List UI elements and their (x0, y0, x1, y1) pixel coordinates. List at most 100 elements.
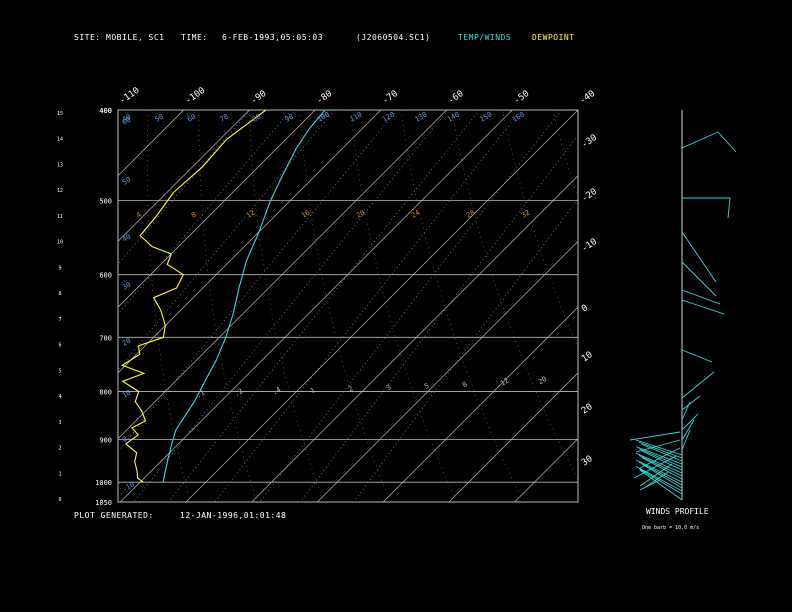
mixing-ratio-lines (118, 110, 578, 502)
temp-tick-label-right: -20 (580, 187, 599, 205)
isotherm-lines (0, 110, 792, 502)
chart-labels: 4002003004005006007008009001000105015141… (57, 86, 709, 531)
wind-barb (681, 419, 695, 441)
isotherm-line (317, 240, 578, 502)
mixing-ratio-label: 5 (423, 382, 431, 391)
mixing-ratio-label: .2 (233, 387, 244, 398)
height-tick-label: 5 (58, 368, 61, 374)
theta-label-mid: 12 (245, 209, 256, 220)
pressure-tick-label: 900 (99, 436, 112, 444)
pressure-tick-label: 500 (99, 198, 112, 206)
height-tick-label: 4 (58, 394, 61, 400)
height-tick-label: 1 (58, 471, 61, 477)
theta-label-top: 50 (154, 113, 165, 124)
height-tick-label: 0 (58, 497, 61, 503)
isotherm-line (0, 110, 52, 502)
wind-barb (681, 371, 715, 399)
dry-adiabat-line (350, 110, 456, 499)
temp-tick-label-top: -60 (447, 89, 466, 107)
theta-label-top: 120 (381, 110, 396, 123)
theta-label-left: 30 (121, 281, 132, 292)
pressure-tick-label: 1050 (95, 499, 112, 507)
file-value: (J2060504.SC1) (356, 33, 431, 42)
temp-tick-label-top: -40 (578, 89, 597, 107)
dew-legend: DEWPOINT (532, 33, 575, 42)
height-tick-label: 13 (57, 162, 63, 168)
temp-tick-label-right: 0 (580, 303, 590, 314)
mixing-ratio-label: 2 (347, 385, 355, 394)
mixing-ratio-label: 12 (499, 377, 510, 388)
mixing-ratio-label: 20 (537, 375, 548, 386)
temp-tick-label-right: 20 (580, 402, 595, 416)
theta-label-top: 160 (511, 110, 526, 123)
dry-adiabat-line (705, 110, 792, 498)
isotherm-line (120, 110, 513, 502)
theta-label-top: 60 (186, 113, 197, 124)
temp-tick-label-right: -10 (580, 237, 599, 255)
mixing-ratio-line (300, 134, 578, 502)
dry-adiabat-line (299, 110, 389, 499)
mixing-ratio-line (133, 110, 449, 502)
temp-tick-label-right: 30 (580, 454, 595, 468)
site-value: MOBILE, SC1 (106, 33, 165, 42)
wind-barb (681, 231, 717, 283)
theta-label-top: 140 (446, 110, 461, 123)
mixing-ratio-label: 1 (309, 386, 317, 395)
isotherm-line (118, 110, 447, 440)
time-label: TIME: (181, 33, 208, 42)
wind-barb (639, 469, 683, 501)
theta-label-mid: 16 (300, 209, 311, 220)
theta-label-mid: 20 (355, 209, 366, 220)
mixing-ratio-label: .4 (271, 386, 282, 397)
mixing-ratio-label: 8 (461, 380, 469, 389)
height-tick-label: 11 (57, 214, 63, 220)
temp-tick-label-right: -30 (580, 133, 599, 151)
wind-barb (681, 261, 717, 297)
theta-label-left: 50 (121, 176, 132, 187)
height-tick-label: 12 (57, 188, 63, 194)
temp-tick-label-top: -70 (381, 89, 400, 107)
wind-barb (681, 299, 725, 315)
theta-label-top: 100 (316, 110, 331, 123)
height-tick-label: 15 (57, 111, 63, 117)
dry-adiabat-line (654, 110, 792, 498)
wind-barb (717, 131, 737, 153)
wind-barb (681, 401, 691, 421)
temp-tick-label-top: -110 (118, 86, 142, 107)
theta-label-top: 70 (219, 113, 230, 124)
isotherm-line (514, 438, 578, 502)
temp-tick-label-top: -90 (249, 89, 268, 107)
mixing-ratio-line (214, 110, 522, 502)
dry-adiabat-line (755, 110, 792, 498)
isotherm-line (580, 110, 792, 502)
plot-frame (117, 109, 579, 503)
wind-barb (681, 413, 699, 431)
generated-value: 12-JAN-1996,01:01:48 (180, 511, 287, 520)
dry-adiabat-line (146, 110, 190, 499)
pressure-tick-label: 800 (99, 389, 112, 397)
mixing-ratio-line (118, 110, 292, 315)
height-tick-label: 8 (58, 291, 61, 297)
theta-label-left: 10 (121, 389, 132, 400)
time-value: 6-FEB-1993,05:05:03 (222, 33, 324, 42)
theta-label-left: 20 (121, 337, 132, 348)
dry-adiabat-lines (118, 110, 792, 499)
generated-label: PLOT GENERATED: (74, 511, 154, 520)
theta-label-mid: 28 (465, 209, 476, 220)
wind-note: One barb = 10.0 m/s (642, 525, 699, 531)
pressure-tick-label: 1000 (95, 479, 112, 487)
theta-label-left: 40 (121, 233, 132, 244)
height-tick-label: 6 (58, 343, 61, 349)
winds-profile-label: WINDS PROFILE (646, 507, 709, 516)
sounding-series (120, 110, 326, 483)
dry-adiabat-line (198, 110, 256, 499)
isotherm-line (712, 110, 792, 502)
mixing-ratio-line (353, 198, 578, 502)
theta-label-top: 150 (479, 110, 494, 123)
theta-label-mid: 32 (520, 209, 531, 220)
wind-barb (643, 471, 669, 489)
temp-tick-label-top: -50 (512, 89, 531, 107)
isotherm-line (118, 110, 184, 177)
isobar-grid (117, 109, 579, 503)
mixing-ratio-line (168, 110, 480, 502)
